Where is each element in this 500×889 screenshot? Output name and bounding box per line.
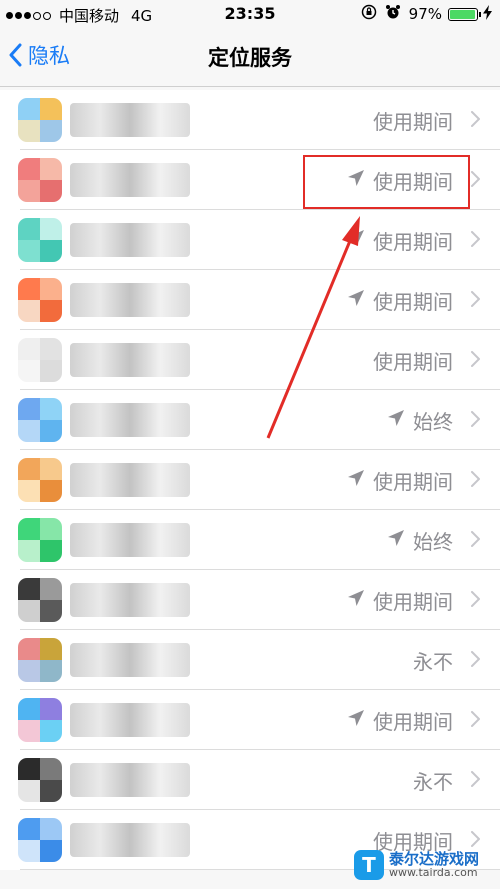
watermark: T 泰尔达游戏网 www.tairda.com [354, 845, 494, 885]
watermark-logo: T [354, 850, 384, 880]
annotation-arrow [266, 216, 360, 439]
watermark-name: 泰尔达游戏网 [389, 849, 480, 868]
watermark-url: www.tairda.com [389, 866, 478, 880]
